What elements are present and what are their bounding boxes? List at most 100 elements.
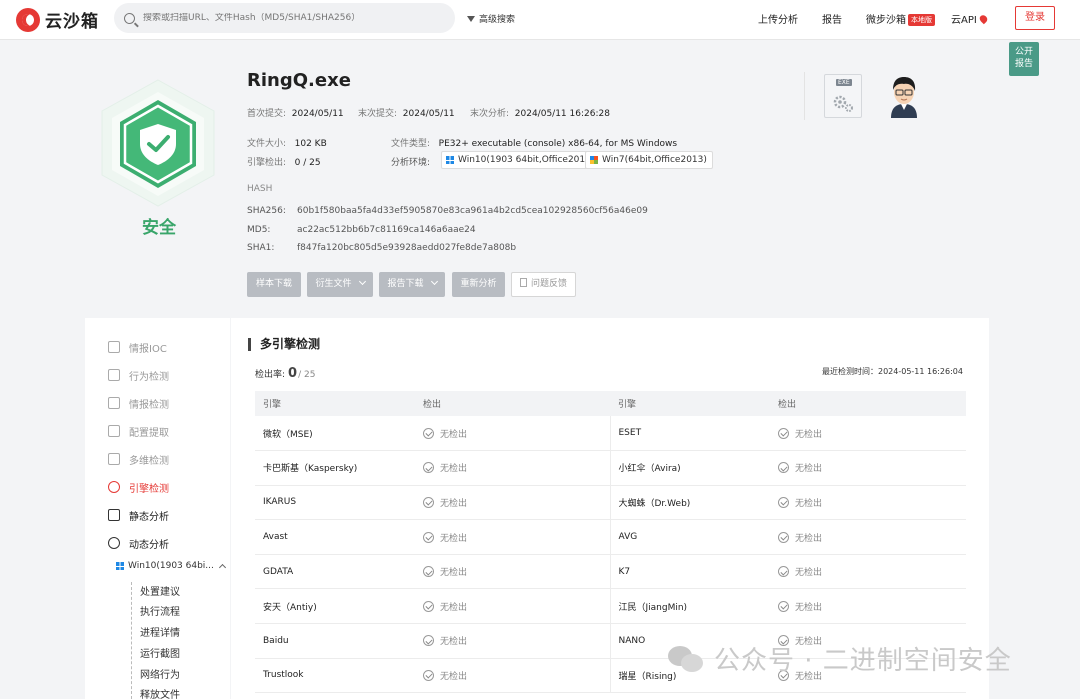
report-download-button[interactable]: 报告下载 (379, 272, 445, 297)
engine-name: AVG (609, 519, 770, 555)
sidebar-item-multidim[interactable]: 多维检测 (108, 451, 169, 467)
chevron-up-icon (218, 563, 226, 572)
md5-label: MD5: (247, 225, 271, 235)
feedback-button[interactable]: 问题反馈 (511, 272, 576, 297)
tree-item-dropped[interactable]: 释放文件 (140, 686, 180, 699)
md5-value[interactable]: ac22ac512bb6b7c81169ca146a6aae24 (297, 225, 476, 235)
check-circle-icon (423, 496, 434, 508)
sidebar-item-config[interactable]: 配置提取 (108, 423, 169, 439)
no-detect-label: 无检出 (795, 429, 823, 440)
dynamic-icon (108, 537, 120, 549)
engine-name: IKARUS (255, 485, 415, 521)
nav-micro-sandbox-label: 微步沙箱 (866, 15, 906, 26)
table-row: IKARUS 无检出 大蜘蛛（Dr.Web) 无检出 (255, 485, 966, 521)
sidebar-item-intel[interactable]: 情报检测 (108, 395, 169, 411)
static-icon (108, 509, 120, 521)
file-type: 文件类型: PE32+ executable (console) x86-64,… (391, 136, 677, 149)
sha1-value[interactable]: f847fa120bc805d5e93928aedd027fe8de7a808b (297, 243, 516, 253)
check-circle-icon (423, 566, 434, 578)
sidebar-item-behavior-label: 行为检测 (129, 371, 169, 383)
feedback-icon (519, 278, 527, 287)
env-chip-win10[interactable]: Win10(1903 64bit,Office2016) (441, 151, 601, 169)
file-name: RingQ.exe (247, 70, 351, 91)
no-detect-status: 无检出 (423, 531, 610, 544)
sidebar-item-behavior[interactable]: 行为检测 (108, 367, 169, 383)
tools-icon (108, 425, 120, 437)
engine-detect: 引擎检出: 0 / 25 (247, 155, 321, 168)
no-detect-status: 无检出 (423, 600, 610, 613)
chevron-down-icon (358, 277, 366, 286)
intel-icon (108, 341, 120, 353)
tree-item-advice[interactable]: 处置建议 (140, 583, 180, 598)
search-detect-icon (108, 453, 120, 465)
avatar[interactable] (886, 74, 922, 118)
reanalyze-button[interactable]: 重新分析 (452, 272, 505, 297)
file-type-label: 文件类型: (391, 139, 431, 149)
nav-micro-sandbox[interactable]: 微步沙箱 本地版 (866, 11, 935, 26)
detection-rate-num: 0 (288, 366, 298, 381)
table-row: 卡巴斯基（Kaspersky) 无检出 小红伞（Avira) 无检出 (255, 450, 966, 486)
nav-cloud-api[interactable]: 云API (951, 11, 989, 26)
file-size-label: 文件大小: (247, 139, 287, 149)
report-download-label: 报告下载 (387, 279, 424, 289)
sidebar-item-engine[interactable]: 引擎检测 (108, 479, 169, 495)
engine-name: ESET (609, 416, 770, 452)
check-circle-icon (778, 462, 789, 474)
engine-detect-label: 引擎检出: (247, 158, 287, 168)
sample-download-button[interactable]: 样本下载 (247, 272, 301, 297)
engine-name: 大蜘蛛（Dr.Web) (609, 485, 770, 521)
engine-result: 无检出 (770, 554, 966, 590)
engine-detect-value: 0 / 25 (294, 158, 321, 168)
exe-file-icon: EXE (824, 74, 862, 118)
file-size-value: 102 KB (294, 139, 327, 149)
engine-result: 无检出 (415, 623, 610, 659)
col-detect: 检出 (415, 391, 610, 416)
table-header: 引擎 检出 引擎 检出 (255, 391, 966, 416)
tree-item-flow[interactable]: 执行流程 (140, 603, 180, 618)
no-detect-label: 无检出 (440, 637, 468, 648)
local-badge: 本地版 (908, 14, 935, 26)
no-detect-label: 无检出 (440, 533, 468, 544)
env-chip-win7[interactable]: Win7(64bit,Office2013) (585, 151, 713, 169)
windows10-icon (116, 562, 124, 570)
hash-title: HASH (247, 184, 273, 194)
leaf-icon (978, 13, 989, 25)
search-input[interactable] (143, 13, 443, 23)
engine-name: K7 (609, 554, 770, 590)
wechat-icon (668, 644, 706, 674)
tree-item-screenshot[interactable]: 运行截图 (140, 645, 180, 660)
first-submit-label: 首次提交: (247, 109, 287, 119)
search-icon (124, 12, 135, 24)
advanced-search-link[interactable]: 高级搜索 (467, 12, 515, 25)
tree-item-process[interactable]: 进程详情 (140, 624, 180, 639)
no-detect-status: 无检出 (778, 427, 966, 440)
search-box[interactable] (114, 3, 455, 33)
tree-line (131, 582, 132, 699)
logo[interactable]: 云沙箱 (16, 7, 99, 32)
intel-detect-icon (108, 397, 120, 409)
nav-upload[interactable]: 上传分析 (758, 11, 798, 26)
no-detect-label: 无检出 (795, 602, 823, 613)
public-report-button[interactable]: 公开 报告 (1009, 42, 1039, 76)
sidebar-item-static[interactable]: 静态分析 (108, 507, 169, 523)
verdict-shield-icon (98, 78, 218, 208)
analysis-env-label: 分析环境: (391, 158, 431, 168)
table-row: 安天（Antiy) 无检出 江民（JiangMin) 无检出 (255, 588, 966, 625)
sidebar-item-ioc[interactable]: 情报IOC (108, 339, 167, 355)
tree-item-network[interactable]: 网络行为 (140, 666, 180, 681)
sidebar-item-dynamic[interactable]: 动态分析 (108, 535, 169, 551)
login-button[interactable]: 登录 (1015, 6, 1055, 30)
engine-result: 无检出 (415, 416, 610, 452)
sidebar-item-config-label: 配置提取 (129, 427, 169, 439)
sidebar-env-win10[interactable]: Win10(1903 64bi... (116, 561, 226, 572)
engine-name: 微软（MSE) (255, 416, 415, 452)
no-detect-status: 无检出 (778, 565, 966, 578)
no-detect-label: 无检出 (440, 429, 468, 440)
last-submit-value: 2024/05/11 (402, 109, 455, 119)
last-analysis-label: 末次分析: (470, 109, 510, 119)
derived-files-button[interactable]: 衍生文件 (307, 272, 373, 297)
nav-report[interactable]: 报告 (822, 11, 842, 26)
check-circle-icon (423, 462, 434, 474)
sha256-value[interactable]: 60b1f580baa5fa4d33ef5905870e83ca961a4b2c… (297, 206, 648, 216)
sidebar-env-win10-label: Win10(1903 64bi... (128, 561, 214, 571)
